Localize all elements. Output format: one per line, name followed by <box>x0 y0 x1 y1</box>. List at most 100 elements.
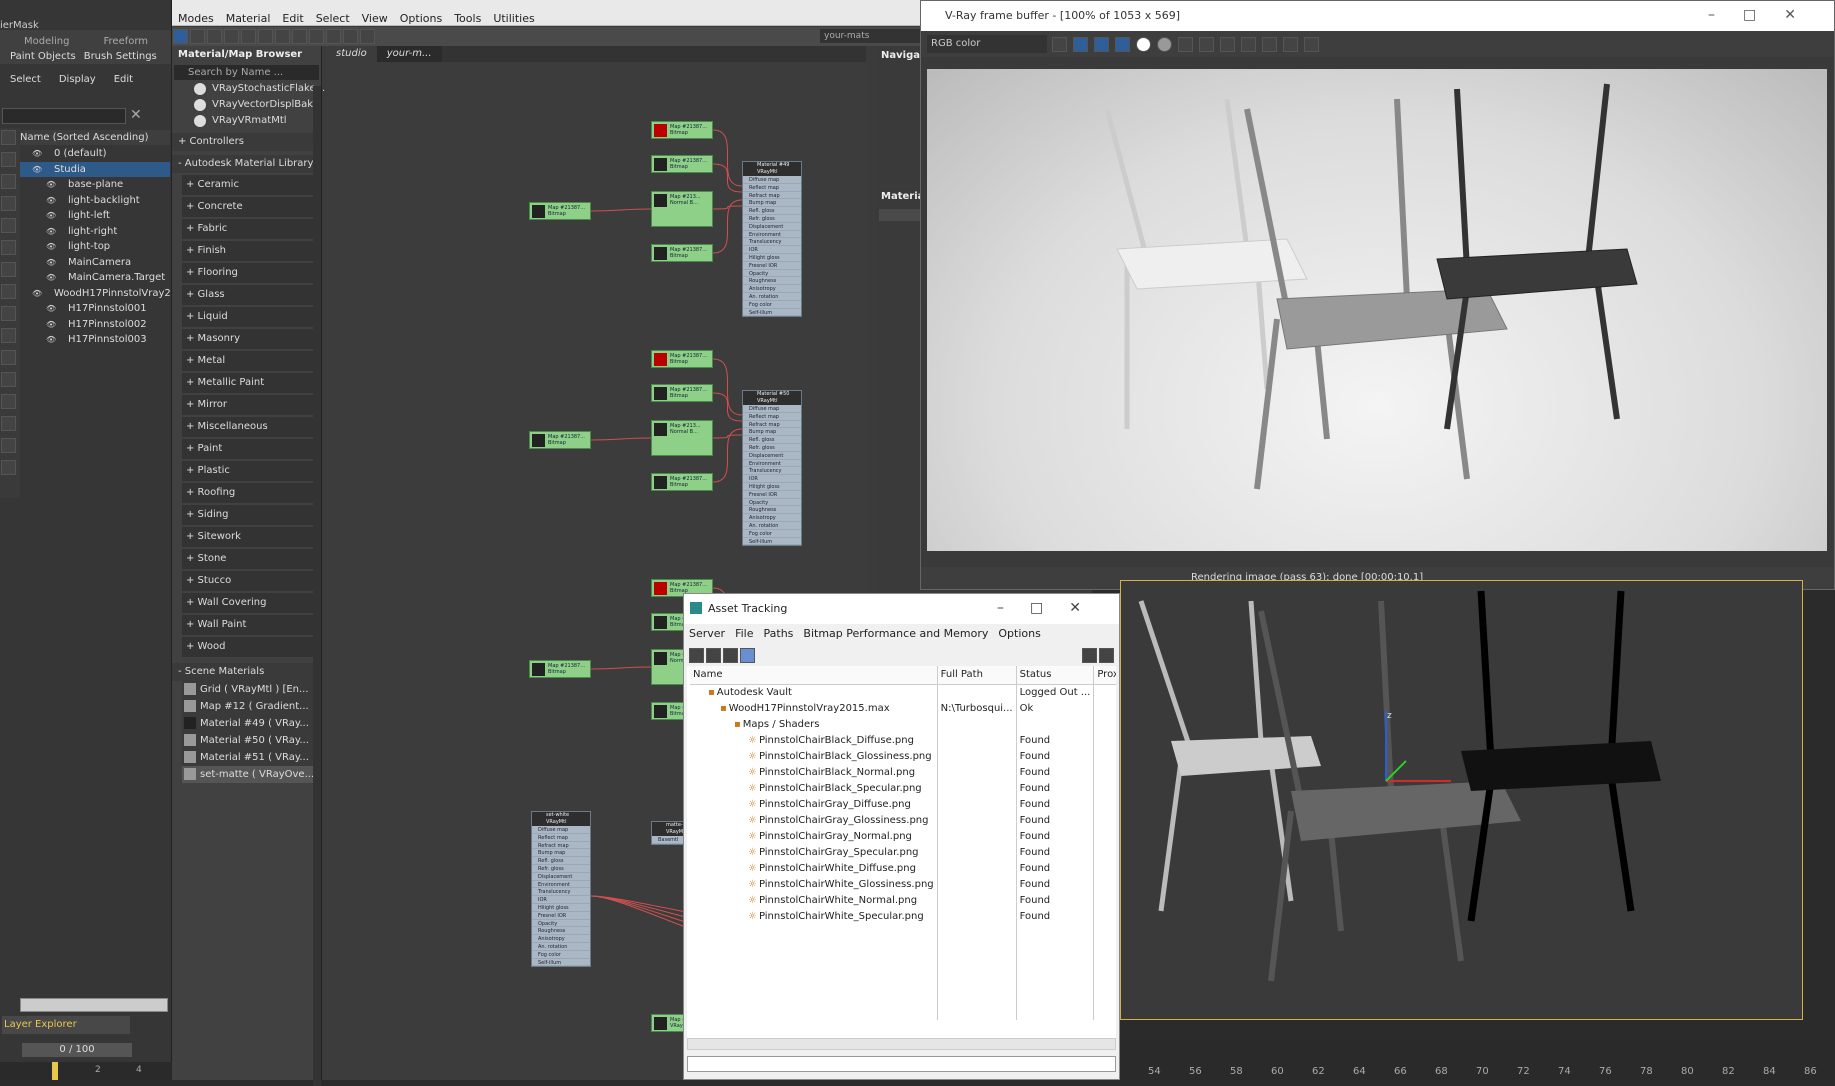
asset-row[interactable]: ☼ PinnstolChairGray_Glossiness.png Found <box>690 812 1116 828</box>
node-slot[interactable]: Bump map <box>532 849 590 858</box>
node-slot[interactable]: Refract map <box>743 421 801 429</box>
gray-icon[interactable] <box>1157 37 1172 52</box>
library-category[interactable]: + Siding <box>182 505 315 525</box>
library-category[interactable]: + Liquid <box>182 307 315 327</box>
save-icon[interactable] <box>1178 37 1193 52</box>
frame-slider[interactable]: 0 / 100 <box>22 1043 132 1057</box>
tree-item[interactable]: 👁 0 (default) <box>20 146 170 162</box>
col-full-path[interactable]: Full Path <box>937 666 1017 685</box>
node-slot[interactable]: Self-illum <box>532 959 590 967</box>
pick-material-icon[interactable] <box>190 29 205 44</box>
visibility-eye-icon[interactable]: 👁 <box>32 286 42 301</box>
library-category[interactable]: + Wall Covering <box>182 593 315 613</box>
library-category[interactable]: + Ceramic <box>182 175 315 195</box>
node-slot[interactable]: Reflect map <box>743 184 801 192</box>
library-category[interactable]: + Mirror <box>182 395 315 415</box>
menu-select[interactable]: Select <box>10 74 41 85</box>
asset-row[interactable]: ☼ PinnstolChairGray_Specular.png Found <box>690 844 1116 860</box>
node-slot[interactable]: Diffuse map <box>743 176 801 184</box>
node-slot[interactable]: Refract map <box>743 192 801 200</box>
channel-dropdown[interactable]: RGB color <box>927 35 1047 53</box>
filter-icon[interactable] <box>1 196 16 211</box>
node-slot[interactable]: Hilight gloss <box>532 904 590 912</box>
window-controls[interactable]: –□✕ <box>997 600 1107 616</box>
library-category[interactable]: + Metallic Paint <box>182 373 315 393</box>
tree-item[interactable]: 👁 base-plane <box>20 177 170 193</box>
visibility-eye-icon[interactable]: 👁 <box>46 332 56 347</box>
filter-icon[interactable] <box>1 372 16 387</box>
tree-item[interactable]: 👁 MainCamera.Target <box>20 270 170 286</box>
asset-row[interactable]: ▪ Autodesk Vault Logged Out ... <box>690 684 1116 700</box>
node-slot[interactable]: Fog color <box>532 951 590 959</box>
clear-search-icon[interactable]: ✕ <box>130 107 142 123</box>
visibility-eye-icon[interactable]: 👁 <box>46 317 56 332</box>
node-slot[interactable]: Diffuse map <box>532 826 590 834</box>
menu-bitmap-performance[interactable]: Bitmap Performance and Memory <box>798 624 993 644</box>
node-slot[interactable]: Refract map <box>532 842 590 850</box>
asset-row[interactable]: ☼ PinnstolChairWhite_Normal.png Found <box>690 892 1116 908</box>
filter-icon[interactable] <box>1 350 16 365</box>
tool-icon[interactable] <box>1304 37 1319 52</box>
node-slot[interactable]: IOR <box>743 475 801 483</box>
tool-icon[interactable] <box>292 29 307 44</box>
tree-item[interactable]: 👁 light-top <box>20 239 170 255</box>
normal-bump-node[interactable]: Map #213... Normal B... <box>651 191 713 227</box>
red-channel-icon[interactable] <box>1073 37 1088 52</box>
node-slot[interactable]: Fresnel IOR <box>743 491 801 499</box>
node-slot[interactable]: Environment <box>743 231 801 239</box>
tab-modeling[interactable]: Modeling <box>2 36 92 47</box>
filter-icon[interactable] <box>1 174 16 189</box>
bitmap-node[interactable]: Map #21387... Bitmap <box>651 121 713 139</box>
visibility-eye-icon[interactable]: 👁 <box>46 301 56 316</box>
library-category[interactable]: + Wood <box>182 637 315 657</box>
node-slot[interactable]: IOR <box>532 896 590 904</box>
view-dropdown[interactable]: your-mats <box>820 29 920 43</box>
menu-display[interactable]: Display <box>59 74 96 85</box>
asset-hscrollbar[interactable] <box>687 1038 1116 1050</box>
node-slot[interactable]: Fresnel IOR <box>532 912 590 920</box>
help-icon[interactable] <box>1082 648 1097 663</box>
node-slot[interactable]: Reflect map <box>743 413 801 421</box>
node-slot[interactable]: Reflect map <box>532 834 590 842</box>
tool-icon[interactable] <box>1283 37 1298 52</box>
library-category[interactable]: + Fabric <box>182 219 315 239</box>
tree-item[interactable]: 👁 light-right <box>20 224 170 240</box>
tab-freeform[interactable]: Freeform <box>94 36 159 47</box>
settings-icon[interactable] <box>1099 648 1114 663</box>
node-slot[interactable]: Refr. gloss <box>532 865 590 873</box>
name-column-header[interactable]: Name (Sorted Ascending) <box>20 130 170 145</box>
asset-row[interactable]: ☼ PinnstolChairGray_Diffuse.png Found <box>690 796 1116 812</box>
library-category[interactable]: + Stone <box>182 549 315 569</box>
menu-file[interactable]: File <box>730 624 758 644</box>
node-slot[interactable]: An. rotation <box>743 522 801 530</box>
node-slot[interactable]: Translucency <box>743 467 801 476</box>
node-slot[interactable]: IOR <box>743 246 801 254</box>
node-slot[interactable]: Displacement <box>743 452 801 460</box>
asset-path-field[interactable] <box>687 1056 1116 1072</box>
browser-item[interactable]: VRayVRmatMtl <box>172 113 321 129</box>
node-slot[interactable]: Self-illum <box>743 309 801 317</box>
visibility-eye-icon[interactable]: 👁 <box>46 270 56 285</box>
node-slot[interactable]: Displacement <box>532 873 590 881</box>
asset-row[interactable]: ☼ PinnstolChairGray_Normal.png Found <box>690 828 1116 844</box>
node-slot[interactable]: Bump map <box>743 428 801 437</box>
library-category[interactable]: + Finish <box>182 241 315 261</box>
library-category[interactable]: + Plastic <box>182 461 315 481</box>
filter-icon[interactable] <box>1 328 16 343</box>
scene-material-item[interactable]: Material #50 ( VRay... <box>182 732 315 749</box>
browser-scrollbar[interactable] <box>313 86 321 1086</box>
tool-icon[interactable] <box>224 29 239 44</box>
tool-icon[interactable] <box>343 29 358 44</box>
filter-icon[interactable] <box>1 394 16 409</box>
library-category[interactable]: + Miscellaneous <box>182 417 315 437</box>
tree-item[interactable]: 👁 light-backlight <box>20 193 170 209</box>
library-category[interactable]: + Roofing <box>182 483 315 503</box>
tree-item[interactable]: 👁 H17Pinnstol003 <box>20 332 170 348</box>
asset-row[interactable]: ▪ Maps / Shaders <box>690 716 1116 732</box>
node-slot[interactable]: Hilight gloss <box>743 254 801 262</box>
bitmap-node[interactable]: Map #21387... Bitmap <box>651 473 713 491</box>
refresh-icon[interactable] <box>689 648 704 663</box>
menu-server[interactable]: Server <box>684 624 730 644</box>
list-icon[interactable] <box>706 648 721 663</box>
tool-icon[interactable] <box>326 29 341 44</box>
